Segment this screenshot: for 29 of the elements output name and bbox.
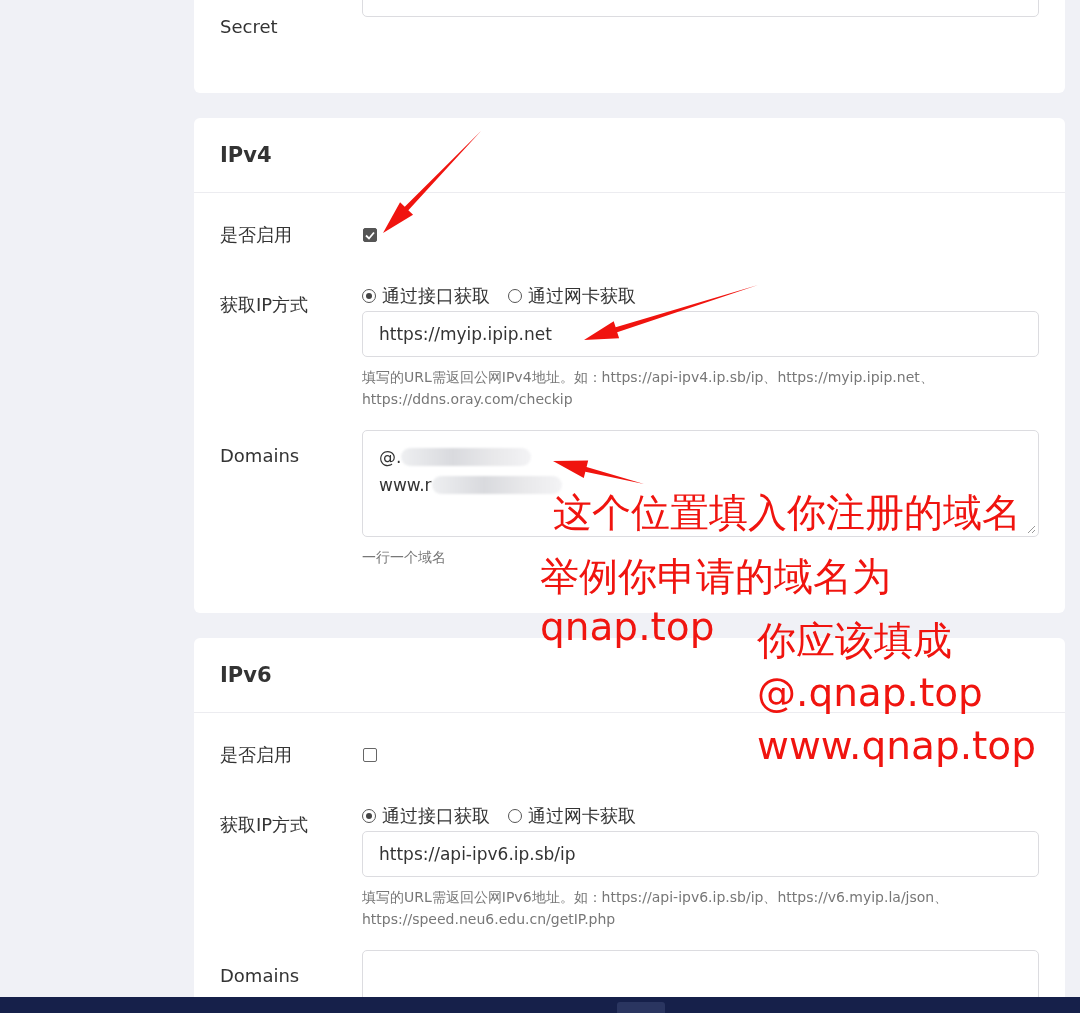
url-field[interactable]: https://myip.ipip.net (362, 311, 1039, 357)
help-text: 填写的URL需返回公网IPv6地址。如：https://api-ipv6.ip.sb/ip、https://v6.myip.la/json、https://speed.neu6.edu.cn/getIP.php (362, 888, 950, 929)
radio-option[interactable]: 通过接口获取 (362, 804, 490, 828)
annotation-text: @.qnap.top (757, 670, 983, 716)
radio-option[interactable]: 通过网卡获取 (508, 804, 636, 828)
field-label: 获取IP方式 (220, 294, 309, 315)
field-label: Secret (220, 16, 278, 37)
resize-grip-icon[interactable] (1027, 525, 1036, 534)
field-label: Domains (220, 965, 300, 986)
annotation-text: 举例你申请的域名为 (540, 554, 891, 600)
field-label: 获取IP方式 (220, 814, 309, 835)
help-text: 一行一个域名 (362, 548, 447, 567)
annotation-text: 这个位置填入你注册的域名 (553, 490, 1021, 536)
enable-checkbox[interactable] (363, 748, 377, 762)
enable-checkbox[interactable] (363, 228, 377, 242)
annotation-text: www.qnap.top (757, 723, 1036, 769)
field-label: 是否启用 (220, 744, 292, 765)
annotation-text: qnap.top (540, 604, 715, 650)
help-text: 填写的URL需返回公网IPv4地址。如：https://api-ipv4.ip.sb/ip、https://myip.ipip.net、https://ddns.oray.com/checkip (362, 368, 935, 409)
annotation-text: 你应该填成 (757, 618, 952, 664)
domain-line: @. (379, 446, 402, 469)
card-title: IPv6 (220, 663, 272, 687)
domain-line: www.r (379, 474, 432, 497)
card-title: IPv4 (220, 143, 272, 167)
radio-option[interactable]: 通过网卡获取 (508, 284, 636, 308)
field-label: 是否启用 (220, 224, 292, 245)
field-label: Domains (220, 445, 300, 466)
url-field[interactable]: https://api-ipv6.ip.sb/ip (362, 831, 1039, 877)
radio-option[interactable]: 通过接口获取 (362, 284, 490, 308)
